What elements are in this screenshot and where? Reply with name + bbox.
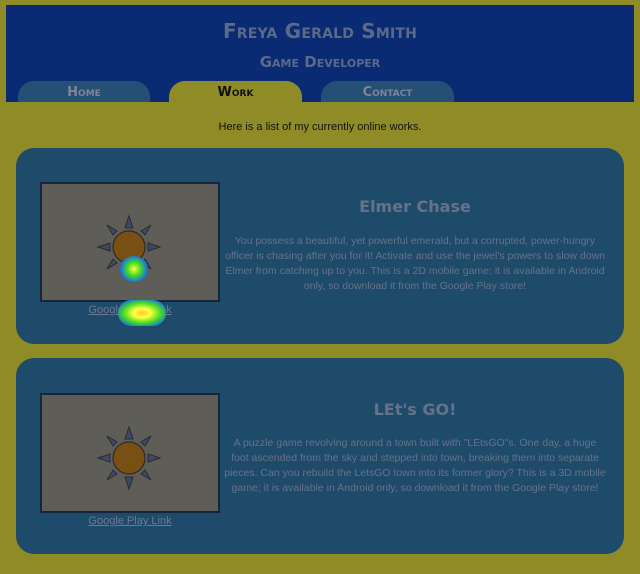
game-thumbnail[interactable] — [40, 393, 220, 513]
tab-home[interactable]: Home — [18, 81, 150, 102]
game-thumbnail[interactable] — [40, 182, 220, 302]
google-play-link[interactable]: Google Play Link — [40, 515, 220, 527]
heatmap-spot — [120, 256, 148, 282]
site-title: Freya Gerald Smith — [222, 19, 418, 43]
site-subtitle: Game Developer — [259, 53, 381, 71]
sun-icon — [96, 425, 162, 491]
work-card: Google Play Link Elmer Chase You possess… — [16, 148, 624, 344]
tab-work[interactable]: Work — [169, 81, 302, 102]
heatmap-spot — [118, 300, 166, 326]
work-description: A puzzle game revolving around a town bu… — [224, 437, 606, 494]
tab-contact[interactable]: Contact — [321, 81, 454, 102]
work-description: You possess a beautiful, yet powerful em… — [224, 235, 605, 292]
work-title: Elmer Chase — [359, 197, 471, 216]
work-title: LEt's GO! — [373, 400, 457, 419]
work-card: Google Play Link LEt's GO! A puzzle game… — [16, 358, 624, 554]
intro-text: Here is a list of my currently online wo… — [218, 121, 422, 133]
